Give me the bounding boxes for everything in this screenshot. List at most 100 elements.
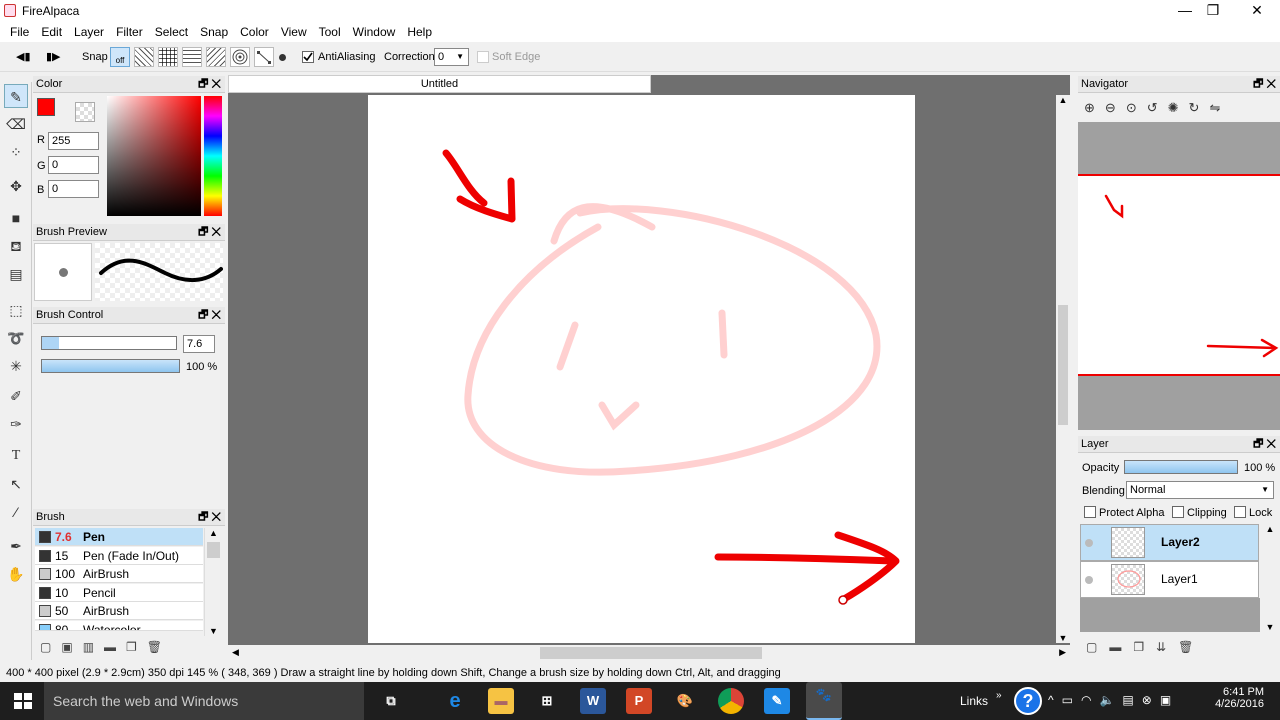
operation-tool-icon[interactable]: ↖ <box>4 472 28 496</box>
scroll-up-icon[interactable]: ▲ <box>205 528 222 538</box>
close-tray-icon[interactable]: ⊗ <box>1142 693 1152 707</box>
copy-brush-icon[interactable]: ❐ <box>126 640 137 654</box>
layer-opacity-slider[interactable] <box>1124 460 1238 474</box>
reset-rotation-icon[interactable]: ✺ <box>1168 100 1179 116</box>
wifi-icon[interactable]: ◠ <box>1081 693 1091 707</box>
brush-settings-icon[interactable]: ▥ <box>83 640 94 654</box>
task-view-icon[interactable]: ⧉ <box>378 688 404 714</box>
flip-horizontal-icon[interactable]: ⇋ <box>1209 100 1220 116</box>
antialiasing-checkbox[interactable] <box>302 51 314 63</box>
menu-tool[interactable]: Tool <box>313 25 347 39</box>
firealpaca-taskbar-icon[interactable]: 🐾 <box>806 682 842 720</box>
paint-icon[interactable]: 🎨 <box>672 688 698 714</box>
select-tool-icon[interactable]: ⬚ <box>4 298 28 322</box>
panel-toggle-left-icon[interactable]: ◀▮ <box>16 50 31 63</box>
tray-app-icon[interactable]: ▣ <box>1160 693 1171 707</box>
clock[interactable]: 6:41 PM 4/26/2016 <box>1214 686 1264 710</box>
menu-edit[interactable]: Edit <box>35 25 68 39</box>
eyedropper-tool-icon[interactable]: ✒ <box>4 534 28 558</box>
help-icon[interactable]: ? <box>1014 687 1042 715</box>
menu-view[interactable]: View <box>275 25 313 39</box>
menu-select[interactable]: Select <box>149 25 194 39</box>
panel-controls-icon[interactable]: 🗗 ✕ <box>198 509 221 525</box>
brush-item[interactable]: 7.6 Pen <box>35 528 203 546</box>
snap-off-button[interactable]: off <box>110 47 130 67</box>
layer-row-layer2[interactable]: Layer2 <box>1080 524 1259 561</box>
panel-controls-icon[interactable]: 🗗 ✕ <box>1253 76 1276 92</box>
divide-tool-icon[interactable]: ⁄ <box>4 500 28 524</box>
pen-app-icon[interactable]: ✎ <box>764 688 790 714</box>
menu-layer[interactable]: Layer <box>68 25 110 39</box>
chrome-icon[interactable] <box>718 688 744 714</box>
hue-slider[interactable] <box>204 96 222 216</box>
delete-layer-icon[interactable]: 🗑 <box>1178 640 1193 654</box>
scroll-right-icon[interactable]: ▶ <box>1059 647 1066 658</box>
menu-help[interactable]: Help <box>401 25 438 39</box>
merge-down-icon[interactable]: ⇊ <box>1156 640 1166 654</box>
snap-concentric-icon[interactable] <box>230 47 250 67</box>
zoom-in-icon[interactable]: ⊕ <box>1084 100 1095 116</box>
correction-select[interactable]: 0 ▼ <box>434 48 469 66</box>
maximize-button[interactable]: ❐ <box>1190 0 1236 22</box>
visibility-icon[interactable] <box>1085 576 1093 584</box>
soft-edge-checkbox[interactable] <box>477 51 489 63</box>
zoom-out-icon[interactable]: ⊖ <box>1105 100 1116 116</box>
scroll-up-icon[interactable]: ▲ <box>1262 524 1278 534</box>
b-input[interactable]: 0 <box>48 180 99 198</box>
action-center-icon[interactable]: ▤ <box>1122 693 1133 707</box>
canvas-vertical-scrollbar[interactable]: ▲ ▼ <box>1056 95 1070 643</box>
hand-tool-icon[interactable]: ✋ <box>4 562 28 586</box>
visibility-icon[interactable] <box>1085 539 1093 547</box>
chevron-right-icon[interactable]: » <box>996 690 1002 701</box>
scroll-up-icon[interactable]: ▲ <box>1056 95 1070 105</box>
new-layer-icon[interactable]: ▢ <box>1086 640 1097 654</box>
powerpoint-icon[interactable]: P <box>626 688 652 714</box>
new-folder-icon[interactable]: ▬ <box>1109 640 1121 654</box>
scroll-down-icon[interactable]: ▼ <box>1056 633 1070 643</box>
gradient-tool-icon[interactable]: ▤ <box>4 262 28 286</box>
transparent-color-swatch[interactable] <box>75 102 95 122</box>
close-button[interactable]: ✕ <box>1234 0 1280 22</box>
snap-parallel-icon[interactable] <box>134 47 154 67</box>
taskbar-search[interactable]: Search the web and Windows <box>44 682 364 720</box>
g-input[interactable]: 0 <box>48 156 99 174</box>
store-icon[interactable]: ⊞ <box>534 688 560 714</box>
panel-controls-icon[interactable]: 🗗 ✕ <box>198 307 221 323</box>
scroll-thumb[interactable] <box>540 647 762 659</box>
rotate-right-icon[interactable]: ↻ <box>1189 100 1200 116</box>
zoom-fit-icon[interactable]: ⊙ <box>1126 100 1137 116</box>
tray-expand-icon[interactable]: ^ <box>1048 693 1054 707</box>
scroll-down-icon[interactable]: ▼ <box>205 626 222 636</box>
edge-icon[interactable]: e <box>442 688 468 714</box>
windows-start-icon[interactable] <box>14 693 32 709</box>
saturation-value-picker[interactable] <box>107 96 201 216</box>
navigator-preview[interactable] <box>1078 122 1280 430</box>
rotate-left-icon[interactable]: ↺ <box>1147 100 1158 116</box>
links-toolbar-label[interactable]: Links <box>960 694 988 708</box>
brush-size-slider[interactable] <box>41 336 177 350</box>
lock-checkbox[interactable] <box>1234 506 1246 518</box>
brush-opacity-slider[interactable] <box>41 359 180 373</box>
delete-brush-icon[interactable]: 🗑 <box>147 640 162 654</box>
menu-file[interactable]: File <box>4 25 35 39</box>
select-pen-tool-icon[interactable]: ✐ <box>4 384 28 408</box>
scroll-thumb[interactable] <box>1058 305 1068 425</box>
panel-toggle-right-icon[interactable]: ▮▶ <box>46 50 61 63</box>
duplicate-brush-icon[interactable]: ▣ <box>61 640 72 654</box>
brush-list-scrollbar[interactable]: ▲ ▼ <box>204 528 222 636</box>
panel-controls-icon[interactable]: 🗗 ✕ <box>198 76 221 92</box>
new-brush-icon[interactable]: ▢ <box>40 640 51 654</box>
brush-item[interactable]: 15 Pen (Fade In/Out) <box>35 546 203 565</box>
scroll-down-icon[interactable]: ▼ <box>1262 622 1278 632</box>
brush-item[interactable]: 100 AirBrush <box>35 565 203 584</box>
select-eraser-tool-icon[interactable]: ✑ <box>4 412 28 436</box>
foreground-color-swatch[interactable] <box>37 98 55 116</box>
duplicate-layer-icon[interactable]: ❐ <box>1133 640 1144 654</box>
brush-size-input[interactable]: 7.6 <box>183 335 215 353</box>
layer-list-scrollbar[interactable]: ▲ ▼ <box>1262 524 1278 632</box>
eraser-tool-icon[interactable]: ⌫ <box>4 112 28 136</box>
volume-icon[interactable]: 🔈 <box>1099 693 1114 707</box>
panel-controls-icon[interactable]: 🗗 ✕ <box>198 224 221 240</box>
clipping-checkbox[interactable] <box>1172 506 1184 518</box>
protect-alpha-checkbox[interactable] <box>1084 506 1096 518</box>
